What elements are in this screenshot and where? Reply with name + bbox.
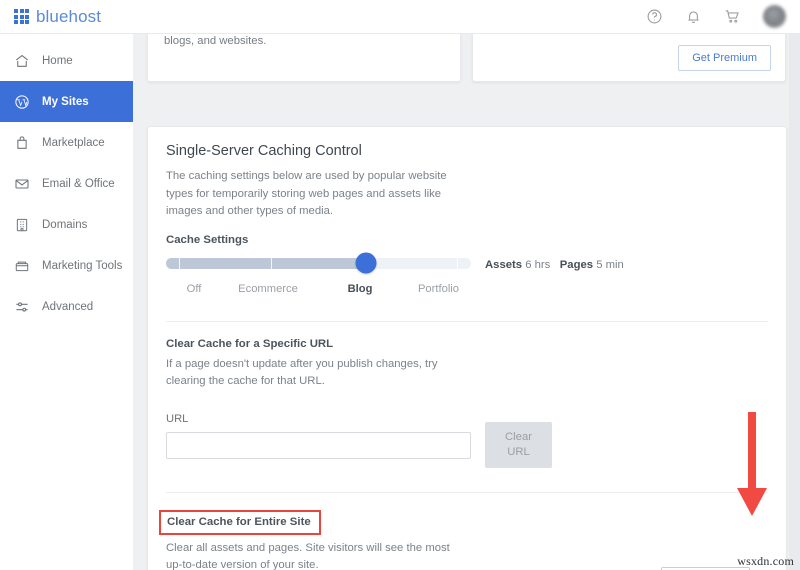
pages-label: Pages — [559, 258, 594, 271]
slider-option-labels: Off Ecommerce Blog Portfolio — [166, 283, 471, 295]
plan-cards-row: This service is free with your hosting p… — [147, 34, 787, 82]
app-root: bluehost Home My Sites Marketplace Email… — [0, 0, 800, 570]
sidebar-item-email-office[interactable]: Email & Office — [0, 163, 133, 204]
bag-icon — [17, 135, 27, 149]
sidebar-item-label: Marketplace — [42, 136, 105, 149]
sidebar-item-label: Marketing Tools — [42, 259, 123, 272]
slider-label-portfolio[interactable]: Portfolio — [406, 283, 471, 295]
clear-url-label-line1: Clear — [505, 430, 532, 443]
building-icon — [16, 218, 28, 231]
bluehost-logo[interactable]: bluehost — [14, 7, 101, 27]
slider-label-off[interactable]: Off — [166, 283, 222, 295]
slider-track[interactable] — [166, 252, 471, 274]
slider-handle[interactable] — [355, 252, 377, 274]
pages-value: 5 min — [596, 258, 624, 271]
sliders-icon — [16, 301, 28, 312]
top-navigation-bar: bluehost — [0, 0, 800, 34]
assets-label: Assets — [485, 258, 523, 271]
annotation-arrow-icon — [737, 412, 767, 516]
cache-ttl-summary: Assets 6 hrs Pages 5 min — [485, 258, 624, 271]
slider-tick-ecommerce — [271, 257, 272, 269]
topbar-actions — [646, 5, 786, 28]
url-input-row: Clear URL — [166, 421, 768, 468]
sidebar-item-label: Domains — [42, 218, 88, 231]
sidebar-item-home[interactable]: Home — [0, 40, 133, 81]
home-icon — [16, 54, 28, 67]
url-section-title: Clear Cache for a Specific URL — [166, 337, 334, 350]
shopping-cart-icon[interactable] — [724, 8, 741, 25]
user-avatar[interactable] — [763, 5, 786, 28]
assets-value: 6 hrs — [525, 258, 551, 271]
wordpress-icon — [15, 94, 29, 109]
entire-site-description: Clear all assets and pages. Site visitor… — [166, 541, 450, 570]
slider-label-ecommerce[interactable]: Ecommerce — [222, 283, 314, 295]
clear-cache-url-section: Clear Cache for a Specific URL If a page… — [166, 322, 768, 468]
cache-settings-label: Cache Settings — [166, 233, 249, 246]
sidebar-item-label: Email & Office — [42, 177, 115, 190]
clear-cache-entire-site-section: Clear Cache for Entire Site Clear all as… — [159, 493, 768, 570]
cache-settings-slider-row: Off Ecommerce Blog Portfolio Assets 6 hr… — [166, 252, 768, 295]
page-title: Single-Server Caching Control — [166, 143, 362, 159]
sidebar-item-my-sites[interactable]: My Sites — [0, 81, 133, 122]
notifications-bell-icon[interactable] — [685, 8, 702, 25]
single-server-caching-card: Single-Server Caching Control The cachin… — [147, 126, 787, 570]
entire-site-title: Clear Cache for Entire Site — [167, 515, 311, 528]
sidebar-item-label: Advanced — [42, 300, 94, 313]
url-section-description: If a page doesn't update after you publi… — [166, 357, 438, 388]
envelope-icon — [15, 178, 29, 189]
main-content-area: This service is free with your hosting p… — [133, 34, 800, 570]
cache-level-slider[interactable]: Off Ecommerce Blog Portfolio — [166, 252, 471, 295]
page-right-gutter — [789, 34, 800, 570]
url-field-label: URL — [166, 412, 189, 425]
clear-url-button[interactable]: Clear URL — [485, 421, 552, 468]
sidebar-item-advanced[interactable]: Advanced — [0, 286, 133, 327]
sidebar-navigation: Home My Sites Marketplace Email & Office — [0, 34, 133, 570]
sidebar-item-marketplace[interactable]: Marketplace — [0, 122, 133, 163]
slider-tick-off — [179, 257, 180, 269]
caching-description: The caching settings below are used by p… — [166, 170, 447, 217]
sidebar-item-domains[interactable]: Domains — [0, 204, 133, 245]
shared-caching-card: This service is free with your hosting p… — [147, 34, 461, 82]
storefront-icon — [15, 261, 29, 271]
slider-track-fill — [166, 257, 366, 269]
help-icon[interactable] — [646, 8, 663, 25]
sidebar-item-label: Home — [42, 54, 73, 67]
slider-tick-portfolio — [457, 257, 458, 269]
clear-url-label-line2: URL — [507, 445, 530, 458]
sidebar-item-label: My Sites — [42, 95, 89, 108]
shared-caching-description: This service is free with your hosting p… — [164, 35, 267, 47]
watermark: wsxdn.com — [737, 554, 794, 568]
sidebar-item-marketing-tools[interactable]: Marketing Tools — [0, 245, 133, 286]
grid-logo-icon — [14, 9, 29, 24]
brand-name-label: bluehost — [36, 6, 102, 26]
entire-site-highlight-box: Clear Cache for Entire Site — [159, 509, 321, 535]
get-premium-wrap: Get Premium — [678, 45, 771, 71]
premium-caching-card: traffic. Recommended for professional we… — [472, 34, 786, 82]
get-premium-button[interactable]: Get Premium — [678, 45, 771, 71]
slider-label-blog[interactable]: Blog — [314, 283, 406, 295]
url-input[interactable] — [166, 431, 471, 459]
